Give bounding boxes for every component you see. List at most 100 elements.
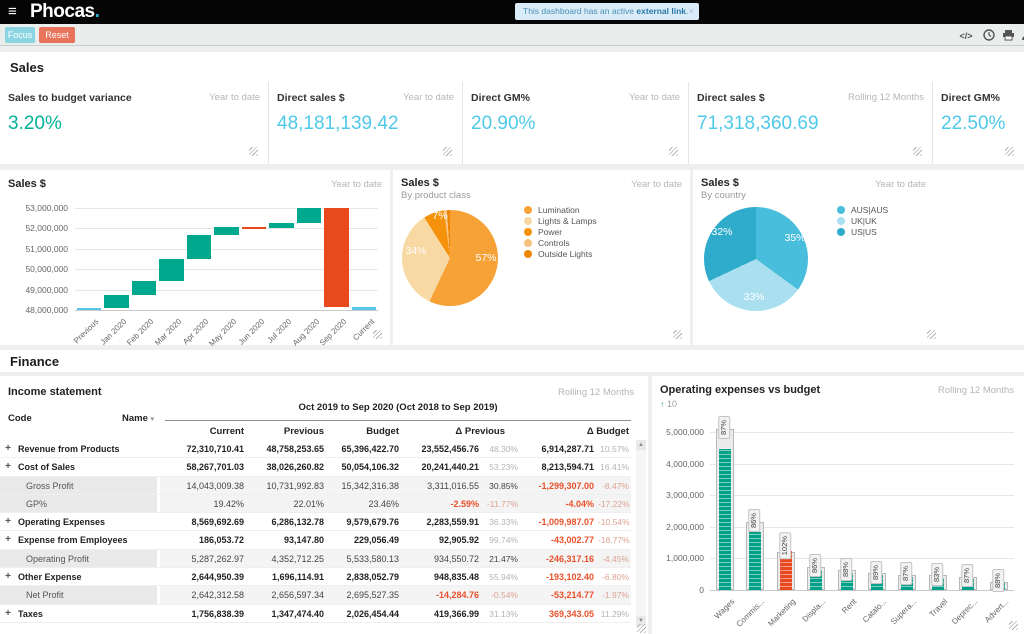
cell-delta-budget-pct: -6.80%: [598, 568, 631, 585]
y-axis-label: 1,000,000: [652, 553, 704, 563]
row-expander-icon[interactable]: +: [0, 458, 16, 475]
legend-item[interactable]: AUS|AUS: [837, 204, 888, 215]
kpi-card[interactable]: Sales to budget varianceYear to date3.20…: [0, 82, 268, 164]
kpi-card[interactable]: Direct sales $Year to date48,181,139.42: [268, 82, 462, 164]
legend-item[interactable]: Controls: [524, 237, 597, 248]
resize-handle-icon[interactable]: [927, 330, 936, 339]
top-n-indicator[interactable]: ↑ 10: [660, 399, 677, 409]
cell-current: 14,043,009.38: [160, 477, 248, 494]
legend-item[interactable]: Lights & Lamps: [524, 215, 597, 226]
waterfall-bar-aug-2020[interactable]: [297, 208, 322, 223]
legend-label: Controls: [538, 238, 570, 248]
resize-handle-icon[interactable]: [669, 147, 678, 156]
legend-item[interactable]: Lumination: [524, 204, 597, 215]
legend-item[interactable]: UK|UK: [837, 215, 888, 226]
waterfall-bar-jun-2020[interactable]: [242, 227, 267, 229]
column-header-1[interactable]: Current: [160, 426, 248, 437]
waterfall-panel: Sales $ Year to date 53,000,00052,000,00…: [0, 170, 390, 345]
table-row[interactable]: GP%19.42%22.01%23.46%-2.59%-11.77%-4.04%…: [0, 495, 631, 513]
resize-handle-icon[interactable]: [1009, 621, 1018, 630]
legend-item[interactable]: Outside Lights: [524, 248, 597, 259]
code-icon[interactable]: </>: [958, 29, 974, 43]
resize-handle-icon[interactable]: [443, 147, 452, 156]
kpi-title: Direct GM%: [471, 92, 530, 104]
table-row[interactable]: +Other Expense2,644,950.391,696,114.912,…: [0, 568, 631, 586]
code-column-header[interactable]: Code: [8, 413, 32, 424]
cell-delta-previous: 948,835.48: [403, 568, 483, 585]
waterfall-bar-apr-2020[interactable]: [187, 235, 212, 258]
column-header-4[interactable]: Δ Previous: [403, 426, 520, 437]
cell-delta-previous: -2.59%: [403, 495, 483, 512]
resize-handle-icon[interactable]: [373, 330, 382, 339]
row-name: GP%: [16, 495, 47, 512]
row-expander-icon[interactable]: +: [0, 513, 16, 530]
row-expander-icon[interactable]: +: [0, 531, 16, 548]
waterfall-bar-feb-2020[interactable]: [132, 281, 157, 295]
external-link[interactable]: external link: [636, 6, 686, 16]
row-expander-icon[interactable]: +: [0, 568, 16, 585]
clock-icon[interactable]: [981, 29, 997, 43]
cell-delta-previous: 2,283,559.91: [403, 513, 483, 530]
waterfall-bar-jul-2020[interactable]: [269, 223, 294, 228]
table-row[interactable]: Operating Profit5,287,262.974,352,712.25…: [0, 550, 631, 568]
row-expander-icon[interactable]: +: [0, 605, 16, 622]
table-row[interactable]: +Cost of Sales58,267,701.0338,026,260.82…: [0, 458, 631, 476]
waterfall-bar-previous[interactable]: [77, 308, 102, 310]
user-icon[interactable]: [1019, 29, 1024, 43]
column-header-2[interactable]: Previous: [248, 426, 328, 437]
reset-button[interactable]: Reset: [39, 27, 75, 43]
row-name: Operating Expenses: [16, 513, 105, 530]
phocas-dashboard: ≡ Phocas. Executive Dashboard Focus Rese…: [0, 0, 1024, 634]
waterfall-bar-jan-2020[interactable]: [104, 295, 129, 309]
cell-budget: 2,838,052.79: [328, 568, 403, 585]
table-row[interactable]: +Expense from Employees186,053.7293,147.…: [0, 531, 631, 549]
opex-actual-bar-wages[interactable]: [719, 449, 731, 590]
cell-delta-previous-pct: 55.94%: [483, 568, 520, 585]
cell-delta-previous: 92,905.92: [403, 531, 483, 548]
x-axis-line: [710, 590, 1014, 591]
legend-item[interactable]: US|US: [837, 226, 888, 237]
table-row[interactable]: +Revenue from Products72,310,710.4148,75…: [0, 440, 631, 458]
legend-item[interactable]: Power: [524, 226, 597, 237]
close-icon[interactable]: ×: [689, 3, 694, 20]
phocas-logo[interactable]: Phocas.: [30, 0, 99, 24]
kpi-card[interactable]: Direct sales $Rolling 12 Months71,318,36…: [688, 82, 932, 164]
kpi-card[interactable]: Direct GM%Year to date20.90%: [462, 82, 688, 164]
table-row[interactable]: +Operating Expenses8,569,692.696,286,132…: [0, 513, 631, 531]
pie-slice-label: 57%: [475, 252, 496, 264]
resize-handle-icon[interactable]: [249, 147, 258, 156]
table-row[interactable]: Gross Profit14,043,009.3810,731,992.8315…: [0, 477, 631, 495]
opex-actual-bar-commis[interactable]: [749, 532, 761, 590]
waterfall-bar-may-2020[interactable]: [214, 227, 239, 235]
x-axis-label: Aug 2020: [290, 317, 321, 348]
column-header-3[interactable]: Budget: [328, 426, 403, 437]
row-expander-icon[interactable]: +: [0, 440, 16, 457]
x-axis-label: Jul 2020: [266, 317, 294, 345]
pie-product-subtitle: By product class: [401, 190, 471, 201]
table-scrollbar[interactable]: ▲ ▼: [636, 440, 646, 626]
x-axis-label: Travel: [927, 597, 949, 619]
hamburger-menu-icon[interactable]: ≡: [8, 0, 28, 24]
table-row[interactable]: +Taxes1,756,838.391,347,474.402,026,454.…: [0, 605, 631, 623]
waterfall-bar-current[interactable]: [352, 307, 377, 310]
table-row[interactable]: Net Profit2,642,312.582,656,597.342,695,…: [0, 586, 631, 604]
kpi-card[interactable]: Direct GM%22.50%: [932, 82, 1024, 164]
column-header-5[interactable]: Δ Budget: [520, 426, 631, 437]
name-column-header[interactable]: Name ▾: [122, 413, 154, 424]
resize-handle-icon[interactable]: [1005, 147, 1014, 156]
cell-delta-previous: 23,552,456.76: [403, 440, 483, 457]
printer-icon[interactable]: [1000, 29, 1016, 43]
kpi-period: Rolling 12 Months: [848, 92, 924, 104]
cell-budget: 5,533,580.13: [328, 550, 403, 567]
row-name-cell: +Cost of Sales: [0, 458, 160, 475]
cell-delta-budget: 369,343.05: [520, 605, 598, 622]
resize-handle-icon[interactable]: [637, 624, 646, 633]
pie-slice-label: 7%: [432, 210, 447, 222]
resize-handle-icon[interactable]: [913, 147, 922, 156]
waterfall-bar-mar-2020[interactable]: [159, 259, 184, 281]
waterfall-bar-sep-2020[interactable]: [324, 208, 349, 307]
resize-handle-icon[interactable]: [673, 330, 682, 339]
cell-delta-budget: -43,002.77: [520, 531, 598, 548]
scroll-up-icon[interactable]: ▲: [636, 440, 646, 450]
focus-button[interactable]: Focus: [5, 27, 35, 43]
